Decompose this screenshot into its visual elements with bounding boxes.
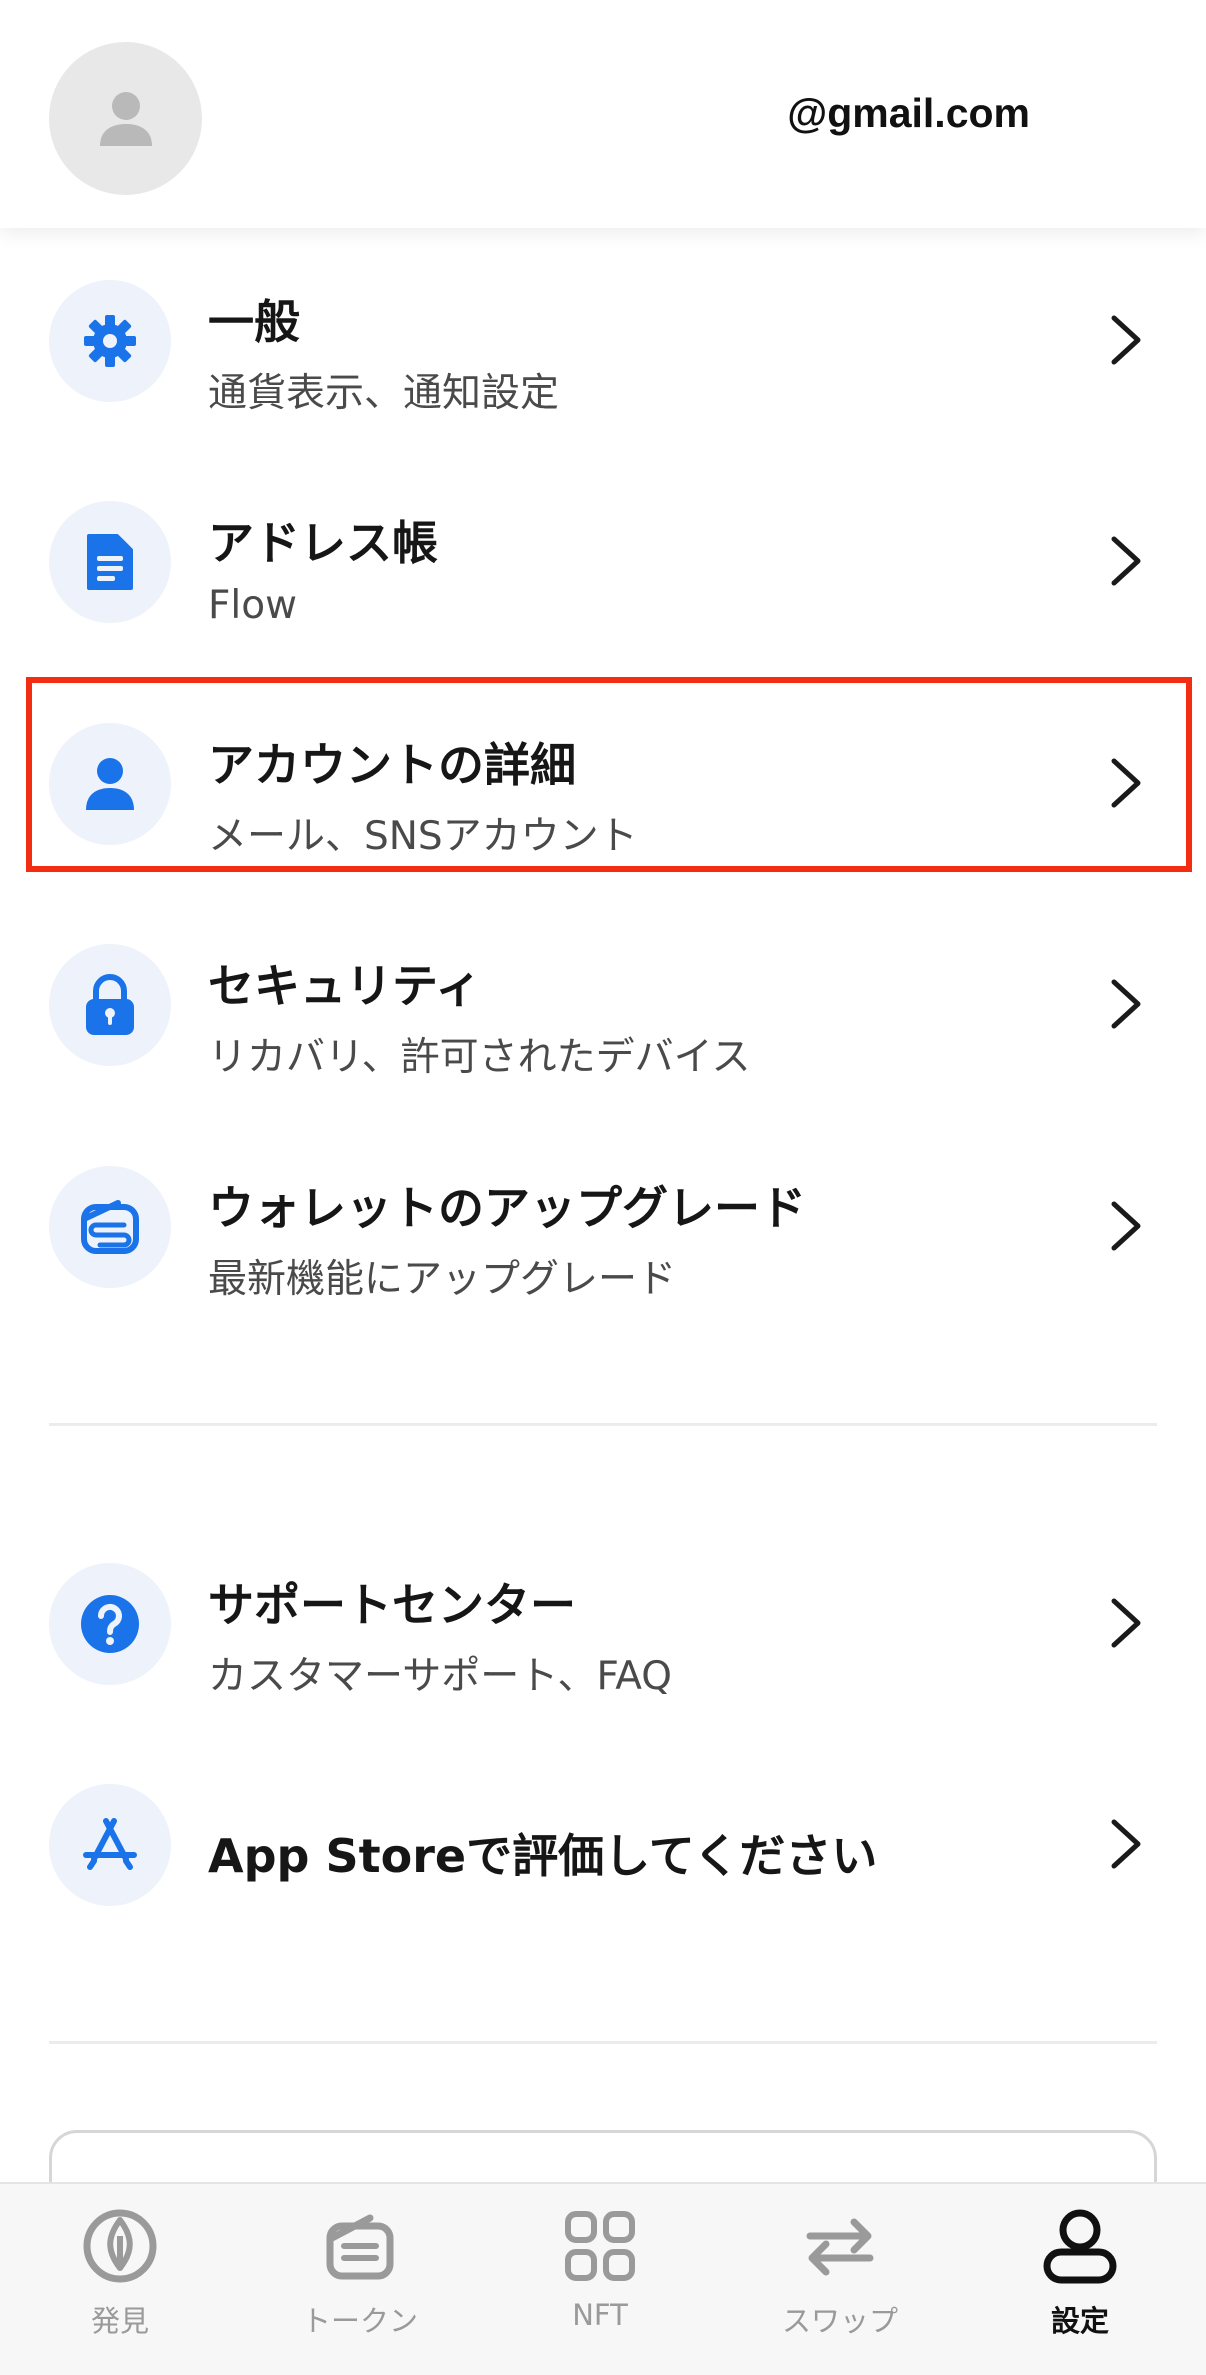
chevron-right-icon — [1111, 536, 1141, 586]
account-email: @gmail.com — [787, 90, 1030, 136]
nft-grid-icon — [565, 2211, 635, 2281]
tab-label: 発見 — [90, 2304, 149, 2338]
settings-item-title: セキュリティ — [208, 959, 482, 1013]
chevron-right-icon — [1111, 1201, 1141, 1251]
swap-icon — [806, 2218, 874, 2276]
chevron-right-icon — [1111, 1819, 1141, 1869]
tab-tokens[interactable]: トークン — [240, 2184, 480, 2375]
settings-item-rate-app-store[interactable]: App Storeで評価してください — [0, 1754, 1206, 1934]
wallet-upgrade-icon — [49, 1166, 171, 1288]
settings-item-title: App Storeで評価してください — [208, 1829, 878, 1883]
chevron-right-icon — [1111, 315, 1141, 365]
settings-item-account-details[interactable]: アカウントの詳細 メール、SNSアカウント — [0, 693, 1206, 873]
settings-item-wallet-upgrade[interactable]: ウォレットのアップグレード 最新機能にアップグレード — [0, 1136, 1206, 1316]
bottom-tab-bar: 発見 トークン NFT スワップ 設定 — [0, 2182, 1206, 2375]
settings-item-title: 一般 — [208, 295, 300, 349]
settings-item-address-book[interactable]: アドレス帳 Flow — [0, 471, 1206, 651]
avatar[interactable] — [49, 42, 202, 195]
tab-nft[interactable]: NFT — [480, 2184, 720, 2375]
gear-icon — [49, 280, 171, 402]
section-divider — [49, 2041, 1157, 2044]
chevron-right-icon — [1111, 979, 1141, 1029]
question-icon — [49, 1563, 171, 1685]
profile-icon — [1043, 2209, 1117, 2284]
settings-item-subtitle: メール、SNSアカウント — [208, 814, 638, 859]
section-divider — [49, 1423, 1157, 1426]
tab-label: スワップ — [781, 2304, 898, 2338]
tab-settings[interactable]: 設定 — [960, 2184, 1200, 2375]
settings-item-support-center[interactable]: サポートセンター カスタマーサポート、FAQ — [0, 1533, 1206, 1713]
settings-item-subtitle: カスタマーサポート、FAQ — [208, 1654, 672, 1699]
app-store-icon — [49, 1784, 171, 1906]
tab-discover[interactable]: 発見 — [0, 2184, 240, 2375]
settings-item-title: アドレス帳 — [208, 516, 438, 570]
settings-item-subtitle: 通貨表示、通知設定 — [208, 371, 560, 416]
profile-header: @gmail.com — [0, 0, 1206, 228]
discover-icon — [83, 2209, 157, 2283]
document-icon — [49, 501, 171, 623]
tokens-icon — [326, 2214, 394, 2280]
settings-item-subtitle: リカバリ、許可されたデバイス — [208, 1035, 751, 1080]
chevron-right-icon — [1111, 1598, 1141, 1648]
settings-item-title: アカウントの詳細 — [208, 738, 576, 792]
settings-item-subtitle: 最新機能にアップグレード — [208, 1257, 677, 1302]
tab-label: トークン — [301, 2304, 418, 2338]
avatar-person-icon — [99, 91, 152, 146]
tab-label: 設定 — [1050, 2304, 1109, 2338]
settings-item-title: ウォレットのアップグレード — [208, 1181, 806, 1235]
tab-swap[interactable]: スワップ — [720, 2184, 960, 2375]
person-icon — [49, 723, 171, 845]
settings-item-title: サポートセンター — [208, 1578, 576, 1632]
settings-item-security[interactable]: セキュリティ リカバリ、許可されたデバイス — [0, 914, 1206, 1094]
lock-icon — [49, 944, 171, 1066]
settings-item-subtitle: Flow — [208, 583, 298, 628]
tab-label: NFT — [572, 2298, 628, 2332]
chevron-right-icon — [1111, 758, 1141, 808]
settings-item-general[interactable]: 一般 通貨表示、通知設定 — [0, 250, 1206, 430]
